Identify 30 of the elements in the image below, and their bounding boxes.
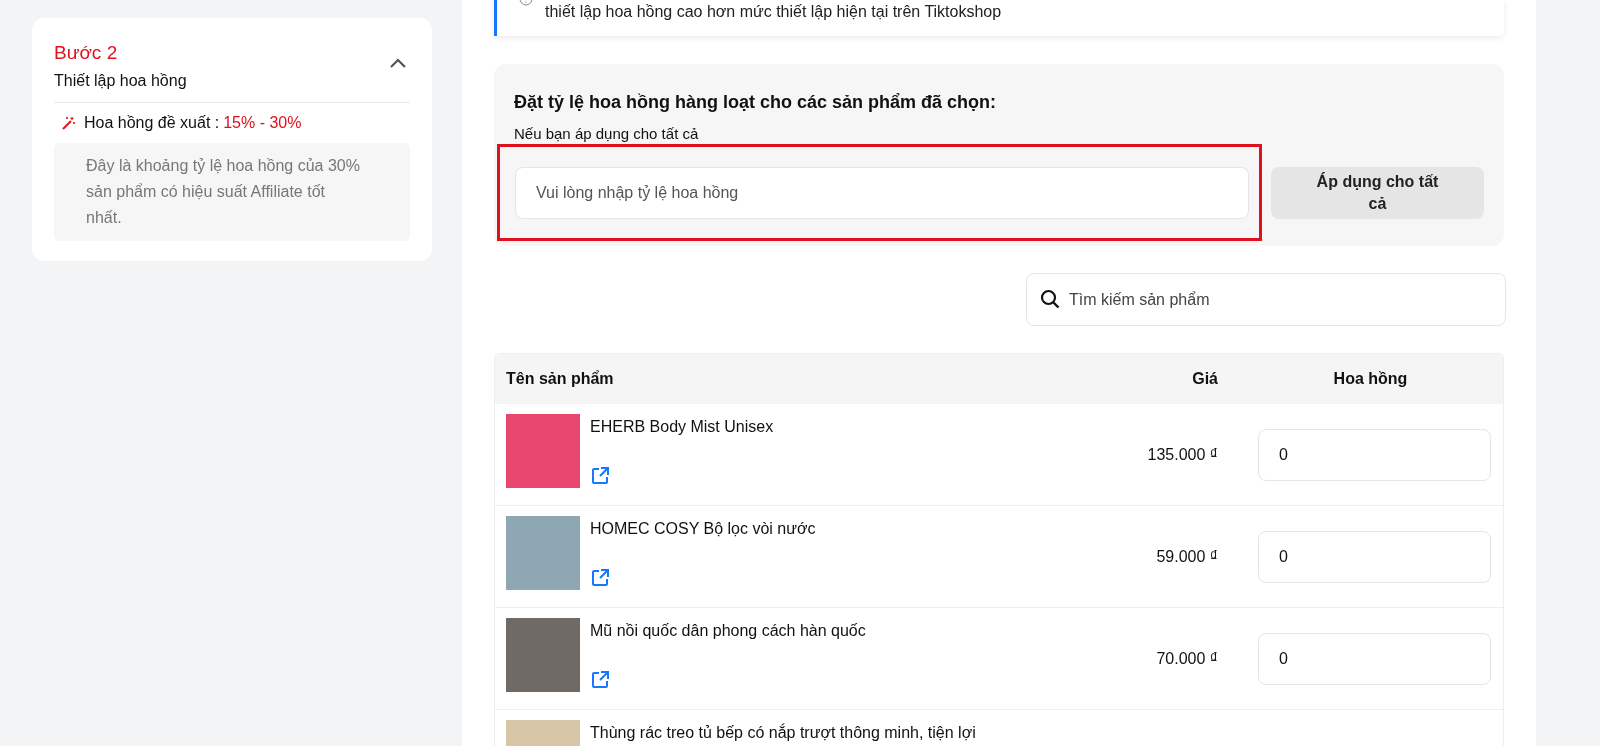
step-title: Thiết lập hoa hồng xyxy=(54,71,187,91)
product-price: 70.000 ₫ xyxy=(1156,648,1218,669)
suggestion-label: Hoa hồng đề xuất : xyxy=(84,113,220,133)
bulk-subtitle: Nếu bạn áp dụng cho tất cả xyxy=(514,124,700,144)
magic-wand-icon xyxy=(62,116,76,130)
column-header: Giá xyxy=(1191,369,1219,389)
product-name: Mũ nồi quốc dân phong cách hàn quốc xyxy=(590,621,866,641)
apply-all-button[interactable]: Áp dụng cho tất cả xyxy=(1271,167,1484,219)
product-price: 59.000 ₫ xyxy=(1156,546,1218,567)
collapse-toggle[interactable] xyxy=(388,56,408,70)
column-header: Tên sản phẩm xyxy=(505,369,615,389)
step-number: Bước 2 xyxy=(54,41,119,65)
suggestion-range: 15% - 30% xyxy=(223,113,302,133)
commission-field[interactable]: 0 xyxy=(1258,530,1491,583)
external-link-icon[interactable] xyxy=(590,568,610,588)
search-icon xyxy=(1040,289,1060,309)
search-field[interactable]: Tìm kiếm sản phẩm xyxy=(1026,273,1506,326)
product-price: 135.000 ₫ xyxy=(1147,444,1218,465)
commission-field[interactable]: 0 xyxy=(1258,632,1491,685)
column-header: Hoa hồng xyxy=(1332,369,1409,389)
product-name: HOMEC COSY Bộ lọc vòi nước xyxy=(590,519,816,539)
bulk-title: Đặt tỷ lệ hoa hồng hàng loạt cho các sản phẩm đã chọn: xyxy=(514,91,998,114)
commission-rate-field[interactable]: Vui lòng nhập tỷ lệ hoa hồng xyxy=(515,167,1249,219)
external-link-icon[interactable] xyxy=(590,466,610,486)
external-link-icon[interactable] xyxy=(590,670,610,690)
product-name: EHERB Body Mist Unisex xyxy=(590,417,774,437)
info-text: thiết lập hoa hồng cao hơn mức thiết lập hiện tại trên Tiktokshop xyxy=(545,2,1002,22)
commission-field[interactable]: 0 xyxy=(1258,428,1491,481)
product-name: Thùng rác treo tủ bếp có nắp trượt thông minh, tiện lợi xyxy=(590,722,976,743)
note-text: Đây là khoảng tỷ lệ hoa hồng của 30% sản phẩm có hiệu suất Affiliate tốt nhất. xyxy=(86,156,361,228)
